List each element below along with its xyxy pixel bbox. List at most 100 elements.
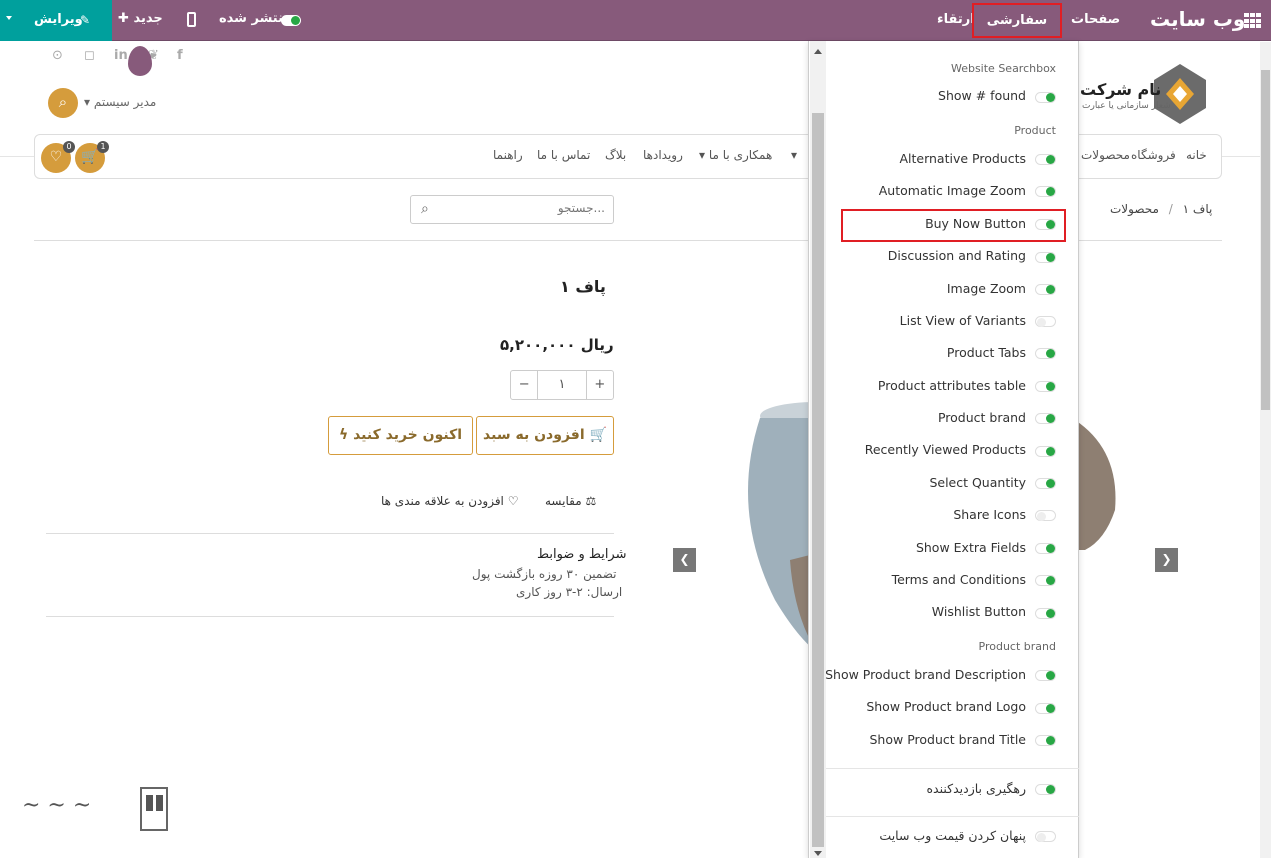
user-area: ⌕ ▾ مدیر سیستم — [48, 88, 188, 118]
option-product-tabs[interactable]: Product Tabs — [947, 345, 1026, 360]
carousel-next-button[interactable]: ❯ — [1155, 548, 1178, 572]
breadcrumb-root[interactable]: محصولات — [1110, 202, 1159, 216]
option-share-icons[interactable]: Share Icons — [953, 507, 1026, 522]
option-wishlist[interactable]: Wishlist Button — [932, 604, 1026, 619]
panel-scrollbar[interactable] — [810, 41, 826, 858]
scroll-up-icon[interactable] — [814, 49, 822, 54]
new-button[interactable]: ✚ جدید — [118, 11, 163, 26]
option-alternative-products[interactable]: Alternative Products — [899, 151, 1026, 166]
add-to-wishlist-link[interactable]: افزودن به علاقه مندی ها ♡ — [381, 494, 518, 508]
apps-grid-icon[interactable] — [1244, 13, 1261, 29]
add-to-cart-button[interactable]: افزودن به سبد 🛒 — [476, 416, 614, 455]
cart-icon[interactable]: 🛒 1 — [75, 141, 109, 173]
toggle-alternative-products[interactable] — [1035, 154, 1056, 165]
search-icon[interactable]: ⌕ — [48, 88, 78, 118]
option-discussion-rating[interactable]: Discussion and Rating — [888, 248, 1026, 263]
option-hide-price[interactable]: پنهان کردن قیمت وب سایت — [879, 828, 1026, 843]
toggle-visitor-tracking[interactable] — [1035, 784, 1056, 795]
toggle-discussion-rating[interactable] — [1035, 252, 1056, 263]
page-scrollbar[interactable] — [1260, 42, 1271, 858]
toggle-attributes-table[interactable] — [1035, 381, 1056, 392]
chevron-down-icon[interactable]: ▾ — [791, 148, 797, 162]
toggle-share-icons[interactable] — [1035, 510, 1056, 521]
option-brand-title[interactable]: Show Product brand Title — [870, 732, 1027, 747]
pinterest-icon[interactable]: ⊙ — [52, 48, 63, 63]
option-auto-image-zoom[interactable]: Automatic Image Zoom — [879, 183, 1026, 198]
company-name: نام شرکت — [1080, 80, 1162, 99]
menu-item-blog[interactable]: بلاگ — [605, 148, 626, 162]
chevron-down-icon[interactable] — [6, 16, 12, 20]
quantity-input[interactable]: ۱ — [537, 371, 587, 399]
option-buy-now[interactable]: Buy Now Button — [925, 216, 1026, 231]
toggle-brand-logo[interactable] — [1035, 703, 1056, 714]
buy-now-button[interactable]: ϟ اکنون خرید کنید — [328, 416, 473, 455]
quantity-stepper: − ۱ + — [510, 370, 614, 400]
toggle-brand-description[interactable] — [1035, 670, 1056, 681]
add-to-cart-label: افزودن به سبد — [483, 427, 585, 443]
menu-item-partner[interactable]: ▾ همکاری با ما — [699, 148, 772, 162]
product-price: ۵,۲۰۰,۰۰۰ ریال — [500, 336, 614, 354]
user-menu[interactable]: ▾ مدیر سیستم — [84, 95, 156, 109]
mobile-preview-icon[interactable] — [187, 12, 196, 27]
breadcrumb-current: پاف ۱ — [1182, 202, 1213, 216]
qty-minus-button[interactable]: − — [511, 371, 537, 399]
pencil-icon: ✎ — [80, 13, 91, 27]
option-image-zoom[interactable]: Image Zoom — [947, 281, 1026, 296]
option-select-quantity[interactable]: Select Quantity — [929, 475, 1026, 490]
nav-pages[interactable]: صفحات — [1071, 12, 1120, 27]
divider — [46, 616, 614, 617]
drag-handle-icon[interactable] — [128, 46, 152, 76]
menu-item-help[interactable]: راهنما — [493, 148, 523, 162]
menu-item-contact[interactable]: تماس با ما — [537, 148, 590, 162]
option-show-found[interactable]: Show # found — [938, 88, 1026, 103]
nav-customize[interactable]: سفارشی سازی — [972, 3, 1062, 59]
edit-button[interactable]: ویرایش ✎ — [0, 0, 112, 41]
option-product-brand[interactable]: Product brand — [938, 410, 1026, 425]
toggle-product-brand[interactable] — [1035, 413, 1056, 424]
publish-toggle[interactable] — [281, 15, 301, 26]
option-brand-description[interactable]: Show Product brand Description — [825, 667, 1026, 682]
divider — [826, 816, 1079, 817]
menu-item-products[interactable]: محصولات — [1081, 148, 1130, 162]
toggle-list-variants[interactable] — [1035, 316, 1056, 327]
option-extra-fields[interactable]: Show Extra Fields — [916, 540, 1026, 555]
toggle-hide-price[interactable] — [1035, 831, 1056, 842]
menu-item-events[interactable]: رویدادها — [643, 148, 683, 162]
carousel-prev-button[interactable]: ❮ — [673, 548, 696, 572]
toggle-buy-now[interactable] — [1035, 219, 1056, 230]
menu-item-shop[interactable]: فروشگاه — [1131, 148, 1176, 162]
top-navbar: ویرایش ✎ ✚ جدید منتشر شده ارتقاء سفارشی … — [0, 0, 1271, 59]
section-header: Product brand — [978, 640, 1056, 653]
toggle-show-found[interactable] — [1035, 92, 1056, 103]
nav-upgrade[interactable]: ارتقاء — [937, 12, 975, 27]
option-brand-logo[interactable]: Show Product brand Logo — [866, 699, 1026, 714]
scrollbar-thumb[interactable] — [812, 113, 824, 847]
qty-plus-button[interactable]: + — [587, 371, 613, 399]
toggle-select-quantity[interactable] — [1035, 478, 1056, 489]
scroll-down-icon[interactable] — [814, 851, 822, 856]
toggle-recently-viewed[interactable] — [1035, 446, 1056, 457]
menu-item-home[interactable]: خانه — [1186, 148, 1207, 162]
scrollbar-thumb[interactable] — [1261, 70, 1270, 410]
search-input[interactable] — [445, 201, 605, 215]
plus-icon: ✚ — [118, 11, 129, 26]
option-list-variants[interactable]: List View of Variants — [900, 313, 1026, 328]
toggle-image-zoom[interactable] — [1035, 284, 1056, 295]
toggle-wishlist[interactable] — [1035, 608, 1056, 619]
option-recently-viewed[interactable]: Recently Viewed Products — [865, 442, 1026, 457]
menu-item-partner-label: همکاری با ما — [708, 148, 773, 162]
search-icon[interactable]: ⌕ — [421, 201, 429, 217]
facebook-icon[interactable]: f — [177, 48, 183, 63]
wishlist-icon[interactable]: ♡ 0 — [41, 141, 75, 173]
instagram-icon[interactable]: ◻ — [84, 48, 95, 63]
option-attributes-table[interactable]: Product attributes table — [878, 378, 1026, 393]
toggle-brand-title[interactable] — [1035, 735, 1056, 746]
toggle-auto-image-zoom[interactable] — [1035, 186, 1056, 197]
toggle-terms[interactable] — [1035, 575, 1056, 586]
linkedin-icon[interactable]: in — [114, 48, 128, 63]
option-terms[interactable]: Terms and Conditions — [892, 572, 1026, 587]
toggle-extra-fields[interactable] — [1035, 543, 1056, 554]
toggle-product-tabs[interactable] — [1035, 348, 1056, 359]
option-visitor-tracking[interactable]: رهگیری بازدیدکننده — [927, 781, 1027, 796]
compare-link[interactable]: مقایسه ⚖ — [545, 494, 596, 508]
